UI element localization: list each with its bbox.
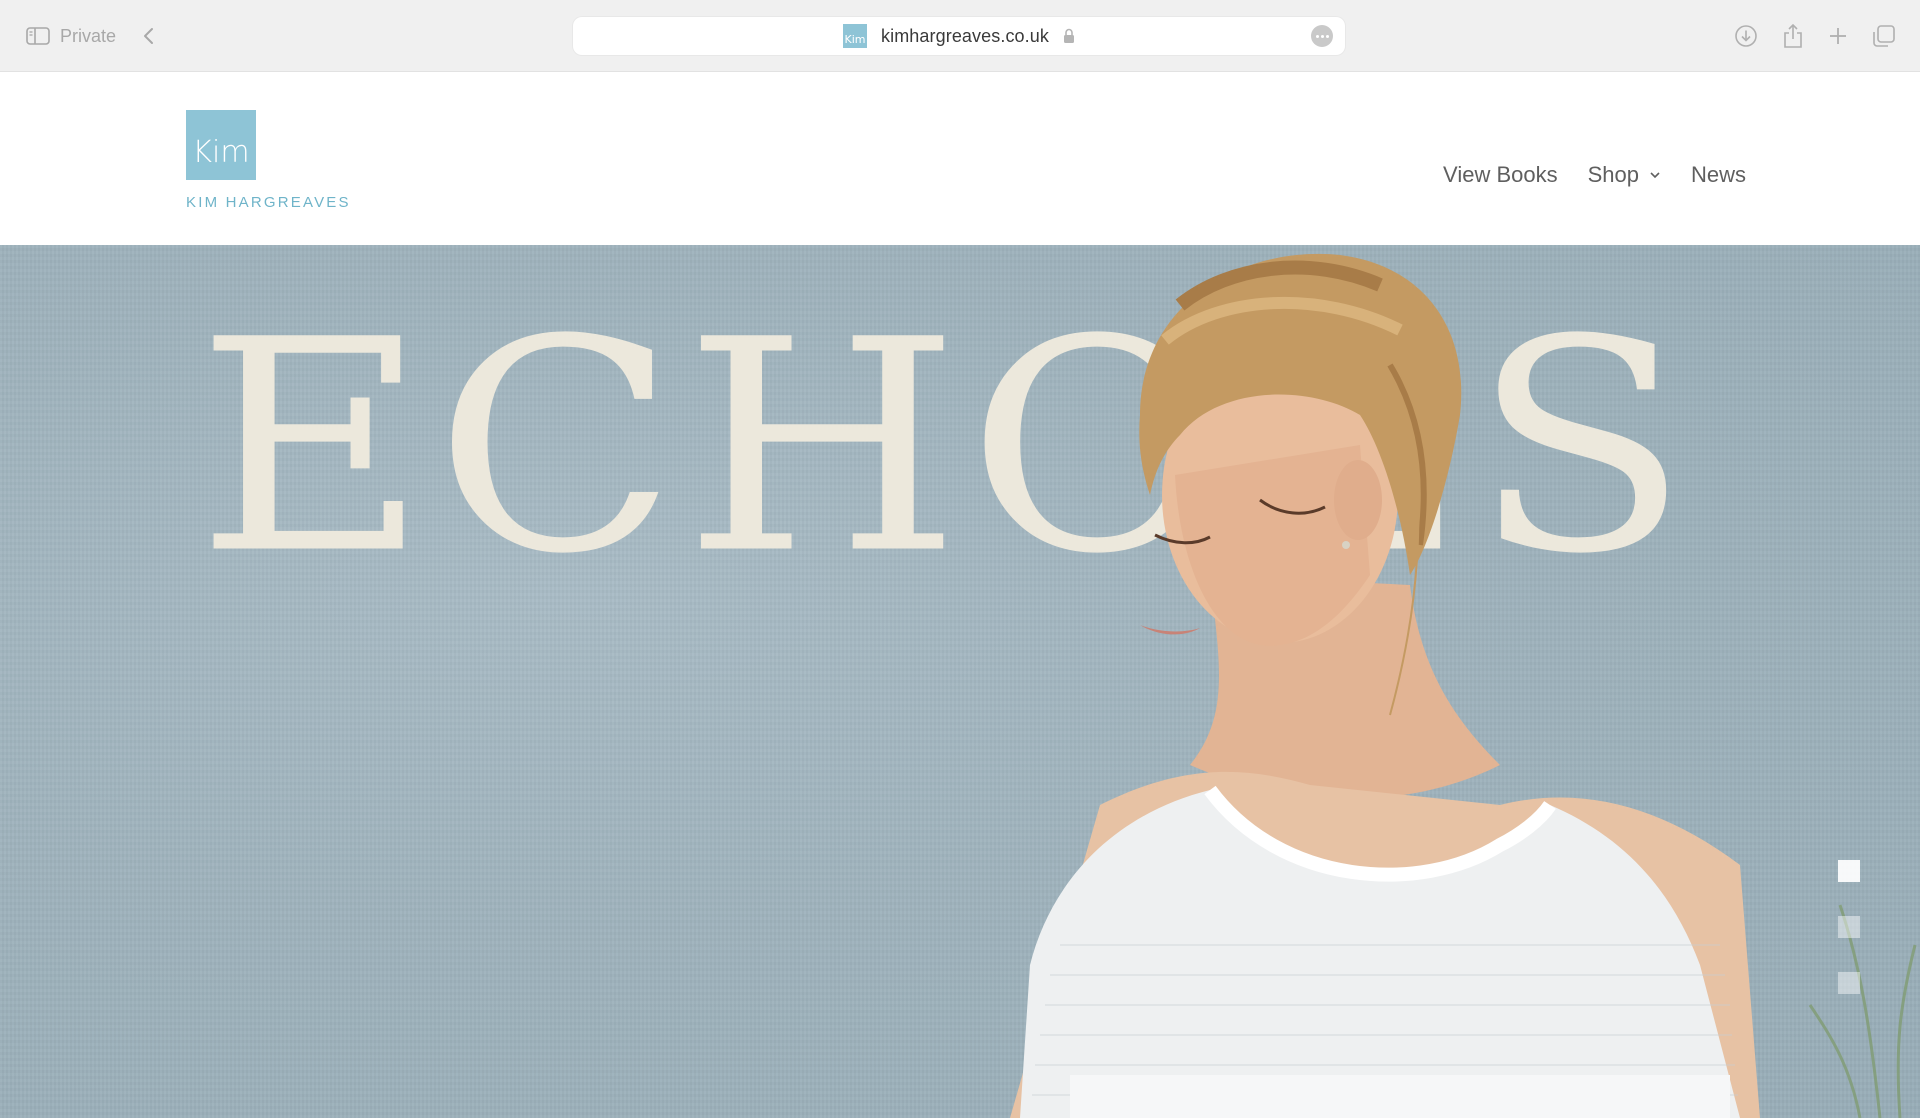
address-bar-content: Kim kimhargreaves.co.uk bbox=[573, 17, 1345, 55]
browser-toolbar: Private Kim kimhargreaves.co.uk bbox=[0, 0, 1920, 72]
browser-left-controls: Private bbox=[26, 22, 156, 50]
logo-mark: Kim bbox=[186, 110, 256, 180]
private-mode-label: Private bbox=[60, 25, 117, 46]
hero-model-image bbox=[980, 245, 1920, 1118]
slider-dot-3[interactable] bbox=[1838, 972, 1860, 994]
address-bar[interactable]: Kim kimhargreaves.co.uk bbox=[573, 17, 1345, 55]
slider-pagination bbox=[1838, 860, 1860, 994]
nav-shop-label: Shop bbox=[1587, 162, 1639, 187]
ellipsis-icon[interactable] bbox=[1311, 25, 1333, 47]
chevron-down-icon bbox=[1650, 172, 1660, 179]
nav-view-books[interactable]: View Books bbox=[1443, 162, 1558, 188]
brand-name: KIM HARGREAVES bbox=[186, 194, 351, 211]
nav-shop[interactable]: Shop bbox=[1588, 162, 1661, 188]
plus-icon[interactable] bbox=[1828, 26, 1848, 46]
nav-news[interactable]: News bbox=[1691, 162, 1746, 188]
main-navigation: View Books Shop News bbox=[1443, 162, 1746, 188]
site-header: Kim KIM HARGREAVES View Books Shop News bbox=[0, 72, 1920, 245]
slider-dot-1[interactable] bbox=[1838, 860, 1860, 882]
url-text[interactable]: kimhargreaves.co.uk bbox=[881, 26, 1049, 47]
lock-icon bbox=[1063, 28, 1075, 44]
share-icon[interactable] bbox=[1782, 23, 1804, 49]
hero-slider: ECHOES bbox=[0, 245, 1920, 1118]
site-favicon: Kim bbox=[843, 24, 867, 48]
site-logo[interactable]: Kim KIM HARGREAVES bbox=[186, 110, 351, 211]
slider-dot-2[interactable] bbox=[1838, 916, 1860, 938]
browser-right-controls bbox=[1734, 22, 1896, 50]
tabs-overview-icon[interactable] bbox=[1872, 24, 1896, 48]
download-icon[interactable] bbox=[1734, 24, 1758, 48]
chevron-left-icon[interactable] bbox=[142, 26, 156, 46]
sidebar-icon[interactable] bbox=[26, 26, 50, 46]
